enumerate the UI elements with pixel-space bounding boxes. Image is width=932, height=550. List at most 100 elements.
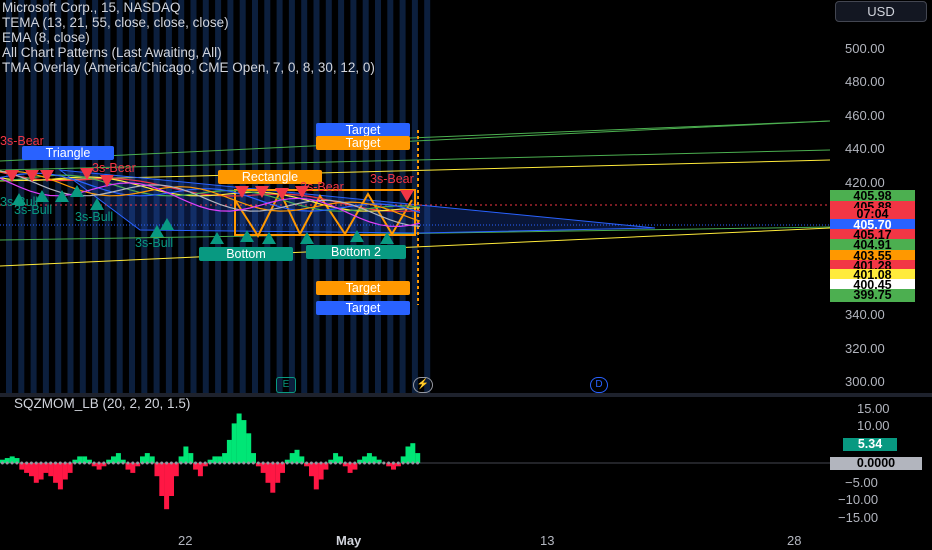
oscillator-axis-tick: 10.00 — [857, 418, 890, 433]
squeeze-dot — [73, 461, 77, 465]
session-stripe — [387, 0, 394, 393]
squeeze-dot — [49, 461, 53, 465]
squeeze-dot — [256, 461, 260, 465]
target-label-top-blue: Target — [316, 123, 410, 137]
momentum-bar — [313, 463, 319, 490]
symbol-legend[interactable]: Microsoft Corp., 15, NASDAQ — [2, 0, 181, 15]
indicator-legend-ema[interactable]: EMA (8, close) — [2, 30, 90, 45]
trend-line — [409, 120, 830, 139]
squeeze-dot — [29, 461, 33, 465]
squeeze-dot — [140, 461, 144, 465]
squeeze-dot — [218, 461, 222, 465]
bull-label: 3s-Bull — [14, 203, 53, 217]
squeeze-dot — [203, 461, 207, 465]
squeeze-dot — [150, 461, 154, 465]
oscillator-axis-tick: −10.00 — [838, 492, 879, 507]
bottom-2-pattern-label: Bottom 2 — [306, 245, 406, 259]
price-axis-tick: 340.00 — [845, 307, 885, 322]
squeeze-dot — [78, 461, 82, 465]
momentum-bar — [154, 463, 160, 477]
squeeze-dot — [300, 461, 304, 465]
oscillator-value-tag: 5.34 — [843, 438, 897, 451]
squeeze-dot — [15, 461, 19, 465]
time-label: 13 — [540, 533, 555, 548]
oscillator-pane[interactable] — [0, 397, 830, 522]
squeeze-dot — [34, 461, 38, 465]
momentum-bar — [226, 439, 232, 463]
squeeze-dot — [169, 461, 173, 465]
squeeze-dot — [121, 461, 125, 465]
indicator-legend-patterns[interactable]: All Chart Patterns (Last Awaiting, All) — [2, 45, 222, 60]
momentum-bar — [48, 463, 54, 477]
price-axis-tick: 320.00 — [845, 341, 885, 356]
squeeze-dot — [382, 461, 386, 465]
momentum-bar — [246, 433, 252, 463]
squeeze-dot — [179, 461, 183, 465]
bear-label: 3s-Bear — [0, 134, 44, 148]
oscillator-axis-tick: −5.00 — [845, 475, 878, 490]
squeeze-dot — [145, 461, 149, 465]
price-axis-tick: 500.00 — [845, 41, 885, 56]
squeeze-dot — [107, 461, 111, 465]
time-label: 28 — [787, 533, 802, 548]
squeeze-dot — [165, 461, 169, 465]
bull-label: 3s-Bull — [75, 210, 114, 224]
squeeze-dot — [305, 461, 309, 465]
squeeze-dot — [44, 461, 48, 465]
target-label-bottom-orange: Target — [316, 281, 410, 295]
currency-button[interactable]: USD — [835, 1, 927, 22]
momentum-bar — [236, 413, 242, 463]
momentum-bar — [197, 463, 203, 477]
squeeze-dot — [334, 461, 337, 465]
squeeze-dot — [111, 461, 115, 465]
bear-label: 3s-Bear — [92, 161, 136, 175]
bear-label: 3s-Bear — [300, 180, 344, 194]
squeeze-dot — [39, 461, 43, 465]
bull-label: 3s-Bull — [135, 236, 174, 250]
squeeze-dot — [126, 461, 130, 465]
squeeze-dot — [131, 461, 135, 465]
time-label: 22 — [178, 533, 193, 548]
squeeze-dot — [174, 461, 178, 465]
earnings-marker[interactable]: E — [276, 377, 296, 393]
squeeze-dot — [92, 461, 96, 465]
dividend-marker[interactable]: D — [590, 377, 608, 393]
squeeze-dot — [416, 461, 420, 465]
squeeze-dot — [83, 461, 86, 465]
bear-label: 3s-Bear — [370, 172, 414, 186]
indicator-legend-tema[interactable]: TEMA (13, 21, 55, close, close, close) — [2, 15, 229, 30]
price-axis-tick: 420.00 — [845, 175, 885, 190]
squeeze-dot — [358, 461, 362, 465]
momentum-bar — [62, 463, 68, 480]
squeeze-dot — [314, 461, 318, 465]
momentum-bar — [410, 443, 416, 463]
squeeze-dot — [102, 461, 106, 465]
price-axis-tick: 440.00 — [845, 141, 885, 156]
session-stripe — [375, 0, 381, 393]
momentum-bar — [405, 446, 411, 463]
oscillator-zero-tag: 0.0000 — [830, 457, 922, 470]
oscillator-legend[interactable]: SQZMOM_LB (20, 2, 20, 1.5) — [14, 396, 190, 411]
oscillator-canvas[interactable] — [0, 397, 830, 522]
price-axis-tick: 480.00 — [845, 74, 885, 89]
squeeze-dot — [189, 461, 193, 465]
time-label: May — [336, 533, 362, 548]
squeeze-dot — [5, 461, 9, 465]
price-axis-tick: 300.00 — [845, 374, 885, 389]
squeeze-dot — [276, 461, 280, 465]
squeeze-dot — [343, 461, 347, 465]
squeeze-dot — [309, 461, 313, 465]
squeeze-dot — [377, 461, 381, 465]
squeeze-dot — [247, 461, 251, 465]
squeeze-dot — [353, 461, 357, 465]
squeeze-dot — [237, 461, 241, 465]
squeeze-dot — [401, 461, 405, 465]
squeeze-dot — [290, 461, 294, 465]
squeeze-dot — [10, 461, 14, 465]
squeeze-dot — [25, 461, 29, 465]
indicator-legend-tma[interactable]: TMA Overlay (America/Chicago, CME Open, … — [2, 60, 375, 75]
momentum-bar — [275, 463, 281, 483]
session-stripe — [424, 0, 431, 393]
split-marker[interactable]: ⚡ — [413, 377, 433, 393]
squeeze-dot — [213, 461, 217, 465]
